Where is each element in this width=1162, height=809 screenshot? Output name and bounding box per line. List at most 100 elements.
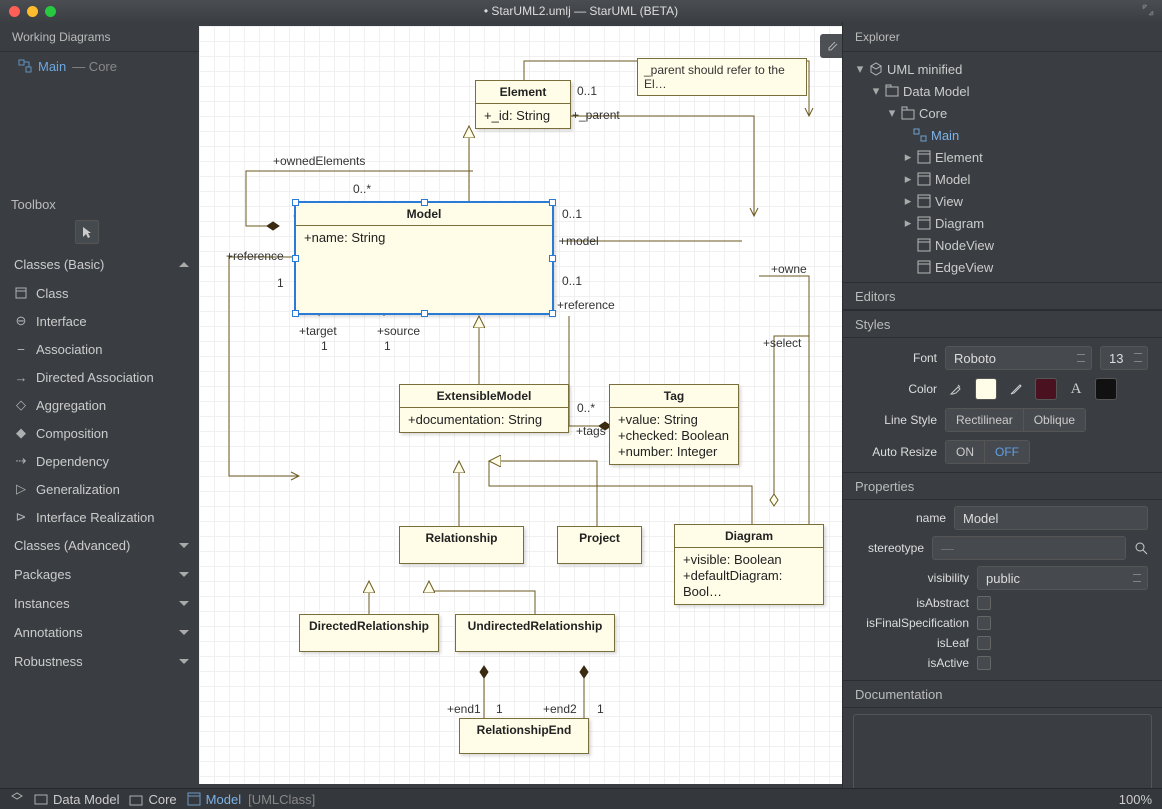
eyedropper-icon[interactable]	[945, 378, 967, 400]
uml-class-relationship[interactable]: Relationship	[399, 526, 524, 564]
toolbox-section-robustness[interactable]: Robustness	[0, 647, 199, 676]
pointer-tool[interactable]	[75, 220, 99, 244]
uml-class-undirectedrel[interactable]: UndirectedRelationship	[455, 614, 615, 652]
chevron-down-icon	[179, 543, 189, 548]
prop-isfinal-checkbox[interactable]	[977, 616, 991, 630]
tool-directed-association[interactable]: →Directed Association	[0, 363, 199, 391]
tree-node-root[interactable]: ▾UML minified	[849, 58, 1162, 80]
tree-node-datamodel[interactable]: ▾Data Model	[849, 80, 1162, 102]
tool-class[interactable]: Class	[0, 279, 199, 307]
class-icon	[187, 792, 201, 806]
line-style-rectilinear[interactable]: Rectilinear	[946, 409, 1023, 431]
line-color-swatch[interactable]	[1035, 378, 1057, 400]
minimize-window-button[interactable]	[27, 6, 38, 17]
line-style-label: Line Style	[857, 413, 937, 427]
tool-interface[interactable]: ⊖Interface	[0, 307, 199, 335]
uml-class-extensiblemodel[interactable]: ExtensibleModel +documentation: String	[399, 384, 569, 433]
prop-isactive-checkbox[interactable]	[977, 656, 991, 670]
zoom-window-button[interactable]	[45, 6, 56, 17]
association-icon: ⎯	[14, 341, 28, 357]
search-icon[interactable]	[1134, 537, 1148, 559]
text-color-swatch[interactable]	[1095, 378, 1117, 400]
toolbox-section-instances[interactable]: Instances	[0, 589, 199, 618]
documentation-textarea[interactable]	[853, 714, 1152, 794]
text-icon[interactable]: A	[1065, 378, 1087, 400]
prop-isleaf-checkbox[interactable]	[977, 636, 991, 650]
auto-resize-label: Auto Resize	[857, 445, 937, 459]
model-icon	[885, 84, 899, 98]
directed-association-icon: →	[14, 370, 28, 385]
uml-class-model[interactable]: Model +name: String	[294, 201, 554, 315]
auto-resize-segment: ON OFF	[945, 440, 1030, 464]
font-size-input[interactable]: 13	[1100, 346, 1148, 370]
tree-node-diagram[interactable]: ▸Diagram	[849, 212, 1162, 234]
diagram-icon	[913, 128, 927, 142]
package-icon	[129, 792, 143, 806]
pencil-icon[interactable]	[1005, 378, 1027, 400]
package-icon	[901, 106, 915, 120]
composition-icon: ◆	[14, 425, 28, 441]
tree-node-model[interactable]: ▸Model	[849, 168, 1162, 190]
tool-association[interactable]: ⎯Association	[0, 335, 199, 363]
tree-node-main[interactable]: Main	[849, 124, 1162, 146]
uml-note[interactable]: _parent should refer to the El…	[637, 58, 807, 96]
crumb-datamodel[interactable]: Data Model	[34, 792, 119, 807]
statusbar: Data Model Core Model[UMLClass] 100%	[0, 788, 1162, 809]
close-window-button[interactable]	[9, 6, 20, 17]
prop-name-input[interactable]	[954, 506, 1148, 530]
tool-dependency[interactable]: ⇢Dependency	[0, 447, 199, 475]
uml-class-element[interactable]: Element +_id: String	[475, 80, 571, 129]
crumb-model[interactable]: Model[UMLClass]	[187, 792, 316, 807]
left-panel: Working Diagrams Main — Core Toolbox Cla…	[0, 22, 199, 788]
auto-resize-on[interactable]: ON	[946, 441, 984, 463]
tree-node-nodeview[interactable]: NodeView	[849, 234, 1162, 256]
working-diagram-item[interactable]: Main — Core	[0, 52, 199, 80]
tool-aggregation[interactable]: ◇Aggregation	[0, 391, 199, 419]
tree-node-element[interactable]: ▸Element	[849, 146, 1162, 168]
panel-toggle-icon[interactable]	[820, 34, 842, 58]
class-icon	[917, 172, 931, 186]
prop-stereotype-input[interactable]	[932, 536, 1126, 560]
class-icon	[14, 287, 28, 299]
model-icon	[34, 792, 48, 806]
zoom-level[interactable]: 100%	[1119, 792, 1152, 807]
editors-header: Editors	[843, 282, 1162, 310]
uml-class-project[interactable]: Project	[557, 526, 642, 564]
tree-node-edgeview[interactable]: EdgeView	[849, 256, 1162, 278]
canvas-area: _parent should refer to the El… Element …	[199, 22, 842, 788]
pointer-icon	[80, 225, 94, 239]
toolbox-header: Toolbox	[0, 190, 199, 220]
dependency-icon: ⇢	[14, 453, 28, 469]
tree-node-core[interactable]: ▾Core	[849, 102, 1162, 124]
interface-icon: ⊖	[14, 313, 28, 329]
class-icon	[917, 216, 931, 230]
toolbox-section-annotations[interactable]: Annotations	[0, 618, 199, 647]
chevron-down-icon	[179, 630, 189, 635]
maximize-icon[interactable]	[1142, 4, 1154, 16]
crumb-core[interactable]: Core	[129, 792, 176, 807]
tree-node-view[interactable]: ▸View	[849, 190, 1162, 212]
prop-visibility-select[interactable]: public	[977, 566, 1148, 590]
class-icon	[917, 150, 931, 164]
auto-resize-off[interactable]: OFF	[984, 441, 1029, 463]
fill-color-swatch[interactable]	[975, 378, 997, 400]
toolbox-section-packages[interactable]: Packages	[0, 560, 199, 589]
prop-isabstract-checkbox[interactable]	[977, 596, 991, 610]
uml-class-tag[interactable]: Tag +value: String+checked: Boolean+numb…	[609, 384, 739, 465]
tool-generalization[interactable]: ▷Generalization	[0, 475, 199, 503]
uml-class-directedrel[interactable]: DirectedRelationship	[299, 614, 439, 652]
styles-header: Styles	[843, 310, 1162, 338]
toolbox-section-classes-basic[interactable]: Classes (Basic)	[0, 250, 199, 279]
class-icon	[917, 238, 931, 252]
tool-interface-realization[interactable]: ⊳Interface Realization	[0, 503, 199, 531]
tool-composition[interactable]: ◆Composition	[0, 419, 199, 447]
font-select[interactable]: Roboto	[945, 346, 1092, 370]
toolbox-section-classes-advanced[interactable]: Classes (Advanced)	[0, 531, 199, 560]
titlebar: • StarUML2.umlj — StarUML (BETA)	[0, 0, 1162, 22]
uml-class-relend[interactable]: RelationshipEnd	[459, 718, 589, 754]
font-label: Font	[857, 351, 937, 365]
line-style-oblique[interactable]: Oblique	[1023, 409, 1085, 431]
uml-class-diagram[interactable]: Diagram +visible: Boolean+defaultDiagram…	[674, 524, 824, 605]
canvas[interactable]: _parent should refer to the El… Element …	[199, 26, 842, 784]
crumb-project[interactable]	[10, 792, 24, 806]
